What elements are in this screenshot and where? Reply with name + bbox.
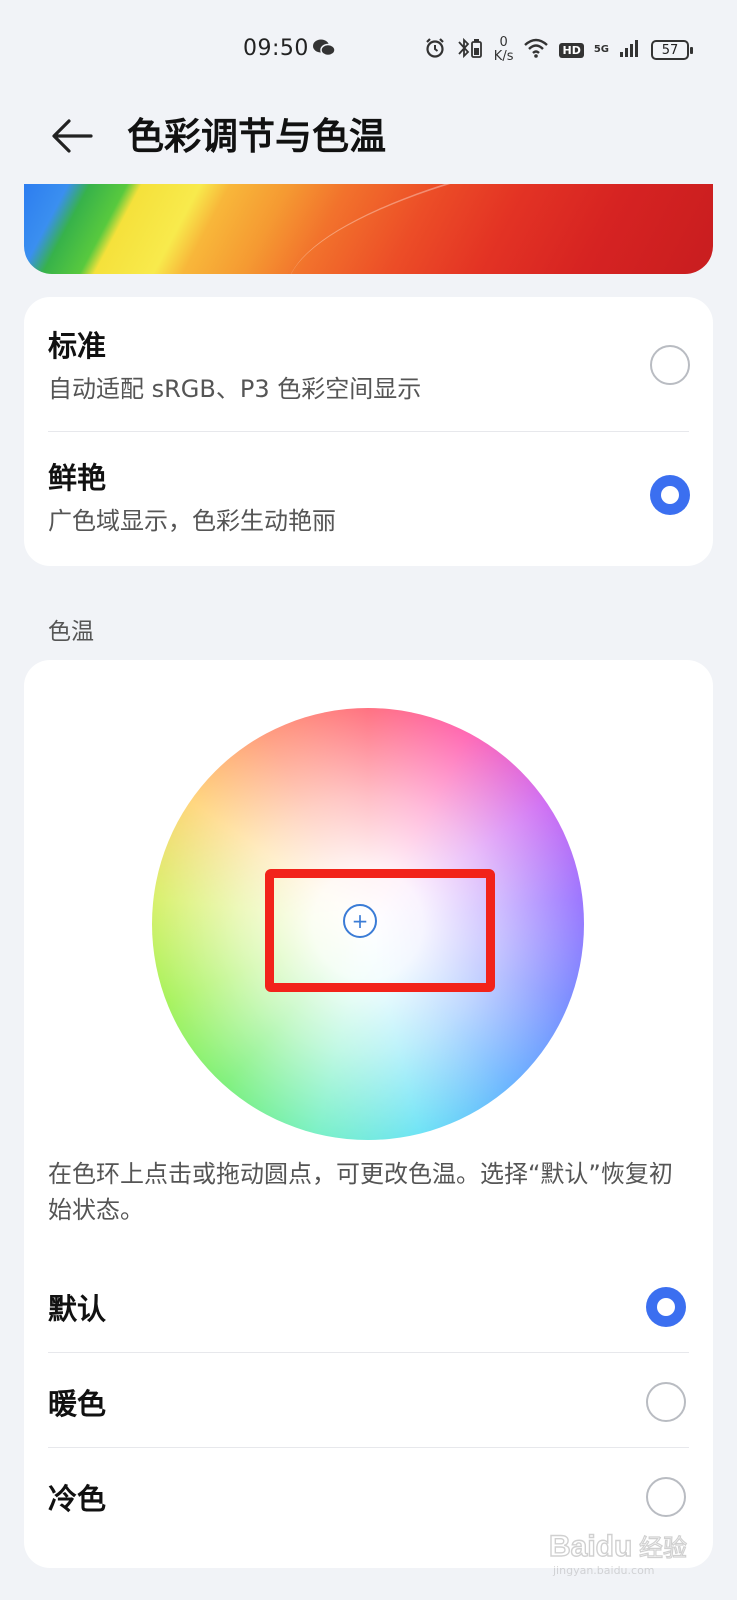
back-button[interactable]: [44, 108, 100, 164]
section-label-color-temperature: 色温: [48, 619, 94, 645]
color-banner-image: [24, 184, 713, 274]
svg-text:经验: 经验: [639, 1534, 687, 1562]
radio-vivid[interactable]: [650, 475, 690, 515]
temp-option-default[interactable]: 默认: [24, 1258, 713, 1352]
alarm-icon: [424, 37, 446, 63]
svg-text:Baidu: Baidu: [549, 1530, 632, 1563]
battery-icon: 57: [651, 40, 693, 60]
option-title: 暖色: [48, 1387, 107, 1421]
option-description: 广色域显示，色彩生动艳丽: [48, 507, 336, 535]
option-title: 默认: [48, 1292, 107, 1326]
divider: [48, 431, 689, 432]
svg-text:jingyan.baidu.com: jingyan.baidu.com: [552, 1564, 655, 1577]
network-speed-unit: K/s: [493, 49, 514, 64]
network-speed: 0 K/s: [494, 36, 514, 64]
header: 色彩调节与色温: [0, 96, 737, 180]
hd-badge: HD: [559, 42, 584, 58]
color-mode-option-vivid[interactable]: 鲜艳 广色域显示，色彩生动艳丽: [24, 433, 713, 566]
battery-level: 57: [661, 42, 679, 58]
radio-default[interactable]: [646, 1287, 686, 1327]
option-description: 自动适配 sRGB、P3 色彩空间显示: [48, 375, 422, 403]
wechat-icon: [312, 38, 336, 62]
option-title: 鲜艳: [48, 461, 107, 495]
option-title: 冷色: [48, 1482, 107, 1516]
color-mode-card: 标准 自动适配 sRGB、P3 色彩空间显示 鲜艳 广色域显示，色彩生动艳丽: [24, 297, 713, 566]
status-bar: 09:50 0 K/s HD 5G 57: [0, 0, 737, 96]
color-temperature-hint: 在色环上点击或拖动圆点，可更改色温。选择“默认”恢复初始状态。: [48, 1160, 673, 1224]
radio-cool[interactable]: [646, 1477, 686, 1517]
highlight-annotation-box: [265, 869, 495, 992]
network-speed-value: 0: [499, 35, 508, 50]
option-title: 标准: [48, 329, 107, 363]
baidu-watermark-logo: Baidu 经验 jingyan.baidu.com: [543, 1520, 703, 1580]
page-title: 色彩调节与色温: [127, 115, 386, 158]
temp-option-warm[interactable]: 暖色: [24, 1353, 713, 1447]
arrow-left-icon: [52, 119, 93, 153]
bluetooth-battery-icon: [456, 36, 484, 64]
wifi-icon: [523, 38, 549, 62]
radio-standard[interactable]: [650, 345, 690, 385]
color-mode-option-standard[interactable]: 标准 自动适配 sRGB、P3 色彩空间显示: [24, 297, 713, 429]
signal-icon: [619, 38, 641, 62]
radio-warm[interactable]: [646, 1382, 686, 1422]
network-type: 5G: [593, 44, 609, 55]
color-temperature-card: + 在色环上点击或拖动圆点，可更改色温。选择“默认”恢复初始状态。 默认 暖色 …: [24, 660, 713, 1568]
status-time: 09:50: [243, 36, 309, 61]
